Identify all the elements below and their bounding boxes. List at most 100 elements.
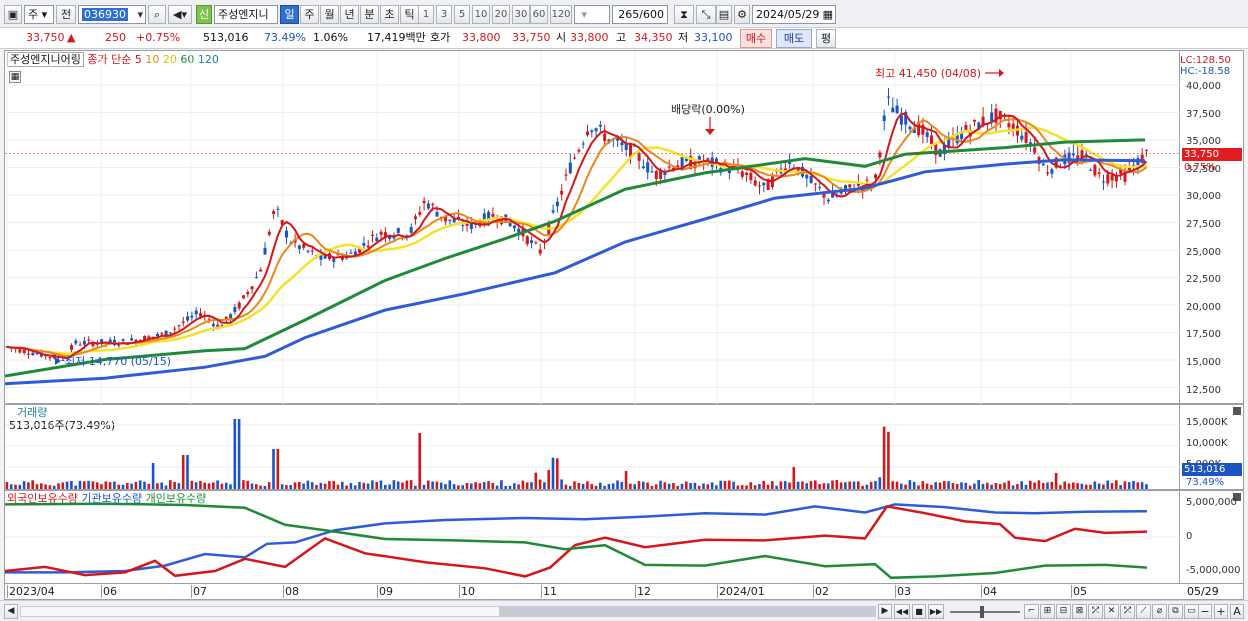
prev-button[interactable]: 전 <box>56 5 76 24</box>
x-tick: 2024/01 <box>717 585 765 598</box>
hoga-bid: 33,750 <box>512 31 551 44</box>
draw-tool-icon[interactable]: ⤡ <box>696 5 716 24</box>
chart-tool-icon[interactable]: ⤱ <box>1120 604 1135 619</box>
fast-forward-icon[interactable]: ▶▶ <box>928 604 944 619</box>
institution-holdings-label[interactable]: 기관보유수량 <box>81 492 142 505</box>
high-label: 고 <box>616 31 627 44</box>
volume-chart <box>5 419 1181 489</box>
stock-code-input[interactable]: 036930 ▾ <box>78 5 146 24</box>
scroll-right-icon[interactable]: ▶ <box>878 604 892 619</box>
stock-name-field[interactable]: 주성엔지니 <box>214 5 278 24</box>
interval-button-10[interactable]: 10 <box>472 5 490 24</box>
candle-type-icon[interactable]: ⧗ <box>674 5 694 24</box>
font-size-icon[interactable]: A <box>1230 604 1244 619</box>
tab-period-4[interactable]: 분 <box>360 5 379 24</box>
price-chart-panel[interactable]: 주성엔지니어링 종가 단순 5 10 20 60 120 ▦ 최고 41,450… <box>4 50 1181 405</box>
zoom-in-icon[interactable]: + <box>1214 604 1228 619</box>
interval-button-30[interactable]: 30 <box>512 5 530 24</box>
stop-icon[interactable]: ■ <box>912 604 926 619</box>
price-tick: 17,500 <box>1186 329 1221 341</box>
search-icon[interactable]: ⌕ <box>148 5 166 24</box>
count-field[interactable]: 265/600 <box>612 5 668 24</box>
interval-button-3[interactable]: 3 <box>436 5 452 24</box>
gear-icon[interactable]: ⚙ <box>734 5 750 24</box>
ma5-label[interactable]: 5 <box>135 53 142 66</box>
dividend-annotation: 배당락(0.00%) <box>671 103 745 116</box>
holdings-tick: 5,000,000 <box>1186 497 1237 508</box>
sell-button[interactable]: 매도 <box>776 29 812 48</box>
grid-toggle-icon[interactable]: ▦ <box>9 71 21 83</box>
holdings-axis: 5,000,000 0 -5,000,000 <box>1180 490 1244 584</box>
horizontal-scrollbar[interactable] <box>20 606 876 617</box>
interval-button-120[interactable]: 120 <box>550 5 572 24</box>
tab-period-1[interactable]: 주 <box>300 5 319 24</box>
foreign-holdings-label[interactable]: 외국인보유수량 <box>7 492 78 505</box>
chart-tool-icon[interactable]: ▭ <box>1184 604 1199 619</box>
zoom-slider[interactable] <box>950 606 1020 618</box>
individual-holdings-label[interactable]: 개인보유수량 <box>146 492 207 505</box>
price-tick: 15,000 <box>1186 357 1221 368</box>
scroll-left-icon[interactable]: ◀ <box>4 604 18 619</box>
buy-button[interactable]: 매수 <box>740 29 772 48</box>
chart-tool-icon[interactable]: ⊞ <box>1040 604 1055 619</box>
x-tick: 10 <box>459 585 475 598</box>
ma120-label[interactable]: 120 <box>198 53 219 66</box>
speaker-icon[interactable]: ◀▾ <box>168 5 192 24</box>
chart-tool-icon[interactable]: ⊟ <box>1056 604 1071 619</box>
amount-value: 17,419백만 <box>367 31 426 44</box>
eval-button[interactable]: 평 <box>816 29 836 48</box>
tab-period-2[interactable]: 월 <box>320 5 339 24</box>
x-tick: 05 <box>1071 585 1087 598</box>
stock-legend[interactable]: 주성엔지니어링 <box>7 52 84 67</box>
ma60-label[interactable]: 60 <box>180 53 194 66</box>
volume-tick: 10,000K <box>1186 438 1228 449</box>
ma-label: 종가 단순 <box>87 53 132 66</box>
high-value: 34,350 <box>634 31 673 44</box>
x-tick: 12 <box>635 585 651 598</box>
price-tick: 27,500 <box>1186 219 1221 230</box>
window-menu-icon[interactable]: ▣ <box>4 5 22 24</box>
interval-button-1[interactable]: 1 <box>418 5 434 24</box>
chart-tool-icon[interactable]: ⤱ <box>1088 604 1103 619</box>
low-value: 33,100 <box>694 31 733 44</box>
chart-tool-icon[interactable]: ✕ <box>1104 604 1119 619</box>
x-tick: 03 <box>895 585 911 598</box>
zoom-out-icon[interactable]: − <box>1198 604 1212 619</box>
ma20-label[interactable]: 20 <box>163 53 177 66</box>
chart-tool-icon[interactable]: ⌐ <box>1024 604 1039 619</box>
x-tick: 09 <box>377 585 393 598</box>
volume-title: 거래량 <box>17 406 48 419</box>
change-pct: +0.75% <box>136 31 181 44</box>
chart-tool-icon[interactable]: ⊠ <box>1072 604 1087 619</box>
volume-chart-panel[interactable]: 거래량 513,016주(73.49%) <box>4 404 1181 490</box>
current-change-tag: 0.75% <box>1184 162 1216 173</box>
interval-button-20[interactable]: 20 <box>492 5 510 24</box>
period-select[interactable]: 주 ▾ <box>24 5 54 24</box>
tab-period-6[interactable]: 틱 <box>400 5 419 24</box>
interval-button-60[interactable]: 60 <box>530 5 548 24</box>
chart-tool-icon[interactable]: ⌀ <box>1152 604 1167 619</box>
tab-period-3[interactable]: 년 <box>340 5 359 24</box>
date-field[interactable]: 2024/05/29 ▦ <box>752 5 836 24</box>
holdings-legend: 외국인보유수량 기관보유수량 개인보유수량 <box>7 492 206 506</box>
panel-close-icon[interactable] <box>1233 407 1241 415</box>
holdings-tick: 0 <box>1186 531 1193 542</box>
interval-button-5[interactable]: 5 <box>454 5 470 24</box>
x-axis-last-date: 05/29 <box>1187 585 1219 598</box>
price-tick: 12,500 <box>1186 384 1221 396</box>
x-tick: 11 <box>541 585 557 598</box>
rewind-icon[interactable]: ◀◀ <box>894 604 910 619</box>
price-tick: 22,500 <box>1186 274 1221 286</box>
tab-period-5[interactable]: 초 <box>380 5 399 24</box>
credit-badge: 신 <box>196 5 212 24</box>
interval-input[interactable]: ▾ <box>574 5 610 24</box>
tab-period-0[interactable]: 일 <box>280 5 299 24</box>
chart-tool-icon[interactable]: ⧉ <box>1168 604 1183 619</box>
volume-pct: 73.49% <box>264 31 306 44</box>
scrollbar-thumb[interactable] <box>499 607 875 616</box>
holdings-chart-panel[interactable]: 외국인보유수량 기관보유수량 개인보유수량 <box>4 490 1181 584</box>
ma10-label[interactable]: 10 <box>145 53 159 66</box>
volume-axis: 15,000K10,000K5,000K 513,016 73.49% <box>1180 404 1244 490</box>
save-icon[interactable]: ▤ <box>716 5 732 24</box>
chart-tool-icon[interactable]: ⟋ <box>1136 604 1151 619</box>
